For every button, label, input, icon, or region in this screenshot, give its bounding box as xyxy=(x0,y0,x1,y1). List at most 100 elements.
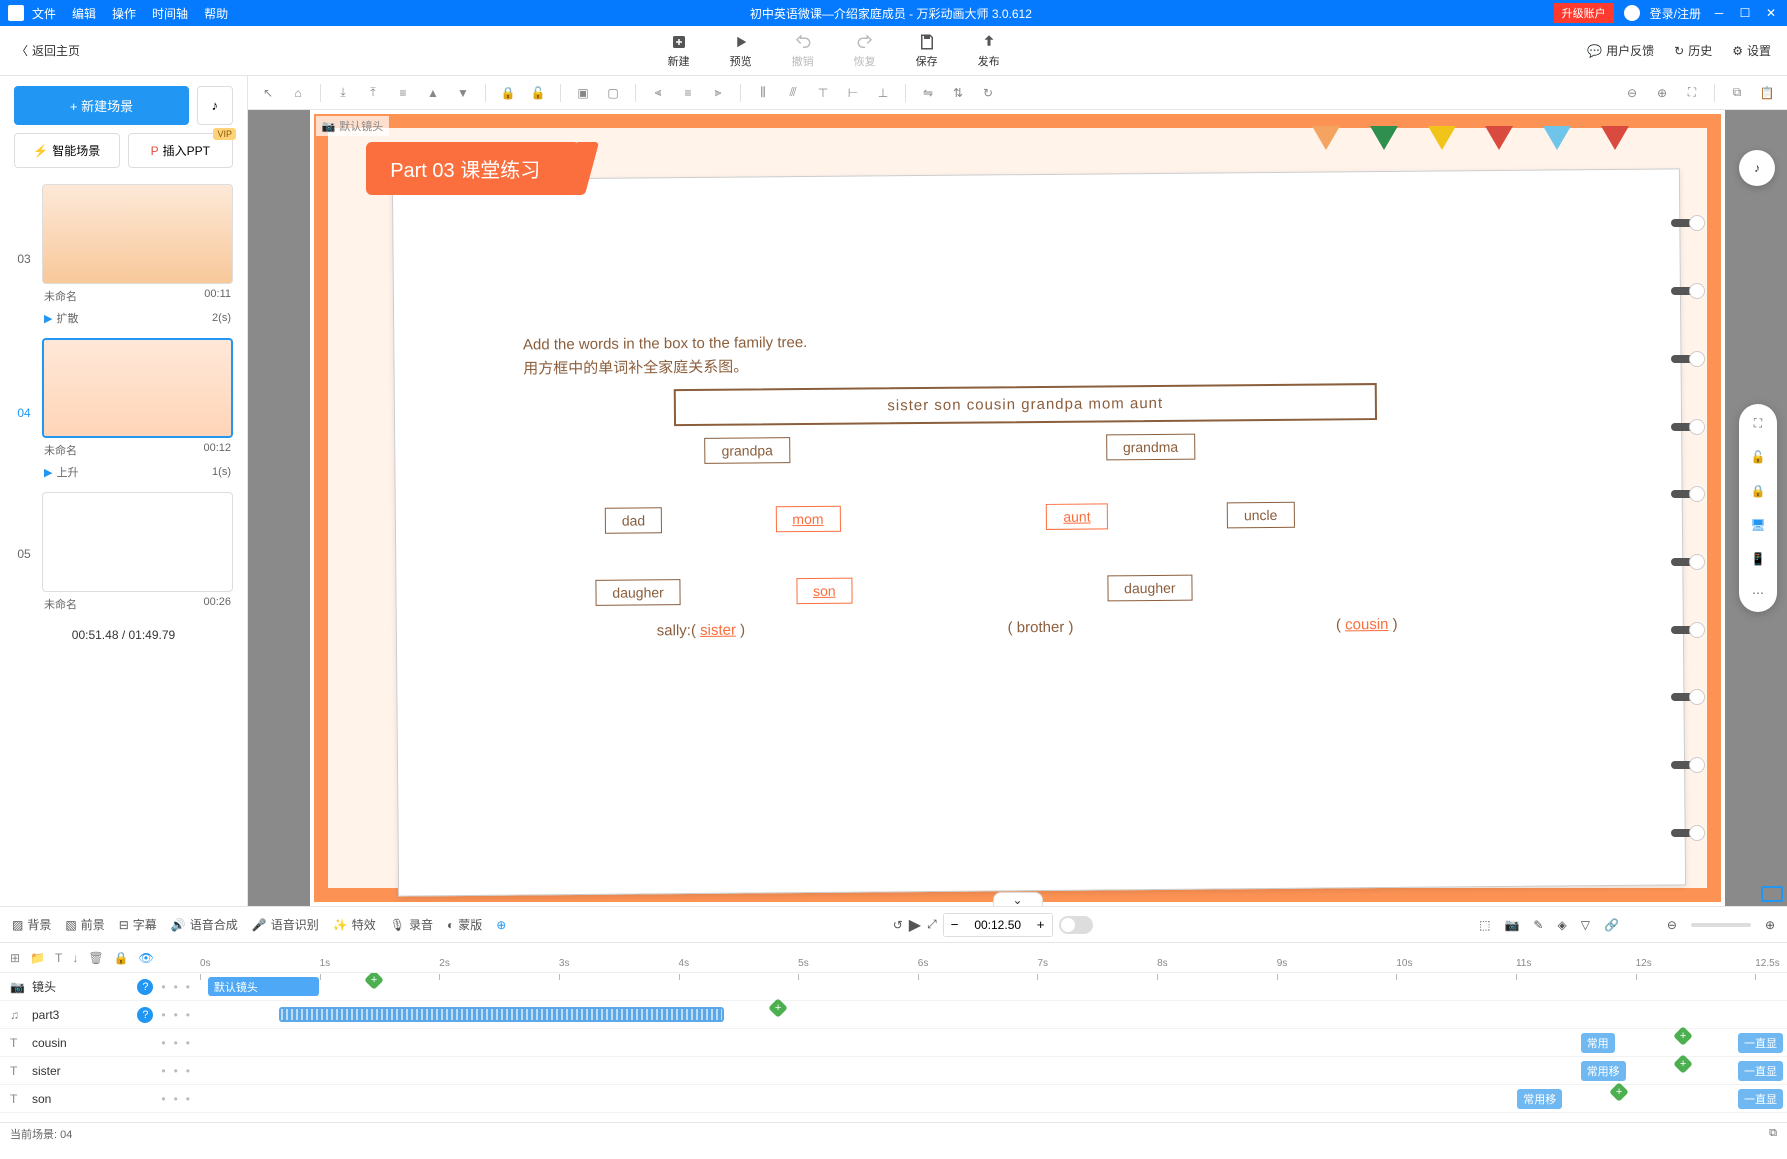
slide[interactable]: 📷默认镜头 Add the words in the box to the fa… xyxy=(310,110,1726,906)
transition-play-icon[interactable]: ▶ xyxy=(44,312,52,325)
fit-icon[interactable]: ⛶ xyxy=(1680,81,1704,105)
scene-thumbnail[interactable] xyxy=(42,184,233,284)
smart-scene-button[interactable]: ⚡智能场景 xyxy=(14,133,120,168)
effect-badge-end[interactable]: 一直显 xyxy=(1738,1033,1783,1053)
time-decrease-button[interactable]: − xyxy=(944,914,966,936)
scene-item[interactable]: 03 未命名00:11 ▶扩散2(s) xyxy=(14,184,233,334)
time-increase-button[interactable]: + xyxy=(1030,914,1052,936)
track-text[interactable]: T cousin ••• 常用 + 一直显 xyxy=(0,1029,1787,1057)
sound-button[interactable]: ♪ xyxy=(197,86,233,125)
track-text[interactable]: T son ••• 常用移 + 一直显 xyxy=(0,1085,1787,1113)
valign-mid-icon[interactable]: ⊢ xyxy=(841,81,865,105)
menu-edit[interactable]: 编辑 xyxy=(72,5,96,22)
scene-thumbnail[interactable] xyxy=(42,338,233,438)
folder-icon[interactable]: 📁 xyxy=(30,951,45,965)
tts-button[interactable]: 🔊语音合成 xyxy=(171,916,238,933)
link-icon[interactable]: 🔗 xyxy=(1604,918,1619,932)
close-button[interactable]: ✕ xyxy=(1763,6,1779,20)
back-home-button[interactable]: 〈 返回主页 xyxy=(16,42,80,59)
effect-badge-end[interactable]: 一直显 xyxy=(1738,1061,1783,1081)
effect-badge-end[interactable]: 一直显 xyxy=(1738,1089,1783,1109)
more-button[interactable]: ⊕ xyxy=(496,918,506,932)
expand-button[interactable]: ⤢ xyxy=(927,917,937,932)
fullscreen-icon[interactable]: ⛶ xyxy=(1749,414,1767,432)
more-icon[interactable]: ⋯ xyxy=(1749,584,1767,602)
down-icon[interactable]: ↓ xyxy=(72,951,78,965)
add-keyframe[interactable]: + xyxy=(1673,1055,1693,1075)
audio-clip[interactable] xyxy=(279,1007,723,1022)
fg-button[interactable]: ▧前景 xyxy=(65,916,104,933)
trash-icon[interactable]: 🗑 xyxy=(88,951,103,965)
collapse-panel-button[interactable]: ⌄ xyxy=(993,892,1043,906)
settings-button[interactable]: ⚙设置 xyxy=(1732,42,1771,59)
distribute-v-icon[interactable]: ⫻ xyxy=(781,81,805,105)
keyframe-in-icon[interactable]: ⬚ xyxy=(1479,918,1490,932)
effect-badge[interactable]: 常用移 xyxy=(1581,1061,1626,1081)
distribute-h-icon[interactable]: ⫼ xyxy=(751,81,775,105)
scene-item[interactable]: 05 未命名00:26 xyxy=(14,492,233,616)
desktop-icon[interactable]: 🖥 xyxy=(1749,516,1767,534)
publish-button[interactable]: 发布 xyxy=(978,33,1000,69)
marker-icon[interactable]: ◈ xyxy=(1557,918,1566,932)
redo-button[interactable]: 恢复 xyxy=(854,33,876,69)
align-left-icon[interactable]: ⫷ xyxy=(646,81,670,105)
track-audio[interactable]: ♫ part3 ? ••• + xyxy=(0,1001,1787,1029)
asr-button[interactable]: 🎤语音识别 xyxy=(252,916,319,933)
copy-icon[interactable]: ⧉ xyxy=(1725,81,1749,105)
paste-icon[interactable]: 📋 xyxy=(1755,81,1779,105)
align-right-icon[interactable]: ⫸ xyxy=(706,81,730,105)
help-icon[interactable]: ? xyxy=(137,979,153,995)
flip-h-icon[interactable]: ⇋ xyxy=(916,81,940,105)
mask-button[interactable]: ◐蒙版 xyxy=(447,916,482,933)
add-keyframe[interactable]: + xyxy=(364,973,384,990)
zoom-in-timeline-icon[interactable]: ⊕ xyxy=(1765,918,1775,932)
history-button[interactable]: ↻历史 xyxy=(1674,42,1712,59)
track-text[interactable]: T sister ••• 常用移 + 一直显 xyxy=(0,1057,1787,1085)
time-input[interactable] xyxy=(966,918,1030,932)
effect-badge[interactable]: 常用 xyxy=(1581,1033,1615,1053)
track-camera[interactable]: 📷 镜头 ? ••• 默认镜头 + xyxy=(0,973,1787,1001)
help-icon[interactable]: ? xyxy=(137,1007,153,1023)
record-button[interactable]: 🎙录音 xyxy=(390,916,433,933)
new-button[interactable]: 新建 xyxy=(668,33,690,69)
align-middle-icon[interactable]: ≡ xyxy=(391,81,415,105)
lock-open-icon[interactable]: 🔓 xyxy=(1749,448,1767,466)
zoom-slider[interactable] xyxy=(1691,923,1751,927)
group-icon[interactable]: ▣ xyxy=(571,81,595,105)
canvas[interactable]: 📷默认镜头 Add the words in the box to the fa… xyxy=(248,110,1787,906)
camera-icon[interactable]: 📷 xyxy=(1504,918,1519,932)
bg-button[interactable]: ▨背景 xyxy=(12,916,51,933)
undo-button[interactable]: 撤销 xyxy=(792,33,814,69)
scene-item[interactable]: 04 未命名00:12 ▶上升1(s) xyxy=(14,338,233,488)
transition-play-icon[interactable]: ▶ xyxy=(44,466,52,479)
unlock-icon[interactable]: 🔓 xyxy=(526,81,550,105)
feedback-button[interactable]: 💬用户反馈 xyxy=(1587,42,1654,59)
copy-status-icon[interactable]: ⧉ xyxy=(1769,1127,1777,1140)
effect-badge[interactable]: 常用移 xyxy=(1517,1089,1562,1109)
insert-ppt-button[interactable]: P插入PPTVIP xyxy=(128,133,234,168)
align-bottom-icon[interactable]: ⤓ xyxy=(331,81,355,105)
valign-bot-icon[interactable]: ⊥ xyxy=(871,81,895,105)
upgrade-button[interactable]: 升级账户 xyxy=(1554,3,1614,23)
music-floating-button[interactable]: ♪ xyxy=(1739,150,1775,186)
add-track-icon[interactable]: ⊞ xyxy=(10,951,20,965)
mobile-icon[interactable]: 📱 xyxy=(1749,550,1767,568)
lock-icon[interactable]: 🔒 xyxy=(496,81,520,105)
maximize-button[interactable]: ☐ xyxy=(1737,6,1753,20)
zoom-in-icon[interactable]: ⊕ xyxy=(1650,81,1674,105)
preview-button[interactable]: 预览 xyxy=(730,33,752,69)
menu-file[interactable]: 文件 xyxy=(32,5,56,22)
edit-icon[interactable]: ✎ xyxy=(1533,918,1543,932)
fx-button[interactable]: ✨特效 xyxy=(333,916,376,933)
rotate-icon[interactable]: ↻ xyxy=(976,81,1000,105)
bring-front-icon[interactable]: ▲ xyxy=(421,81,445,105)
new-scene-button[interactable]: + 新建场景 xyxy=(14,86,189,125)
filter-icon[interactable]: ▽ xyxy=(1581,918,1590,932)
valign-top-icon[interactable]: ⊤ xyxy=(811,81,835,105)
align-center-icon[interactable]: ≡ xyxy=(676,81,700,105)
lock-icon[interactable]: 🔒 xyxy=(1749,482,1767,500)
menu-action[interactable]: 操作 xyxy=(112,5,136,22)
cursor-icon[interactable]: ↖ xyxy=(256,81,280,105)
text-icon[interactable]: T xyxy=(55,951,62,965)
send-back-icon[interactable]: ▼ xyxy=(451,81,475,105)
